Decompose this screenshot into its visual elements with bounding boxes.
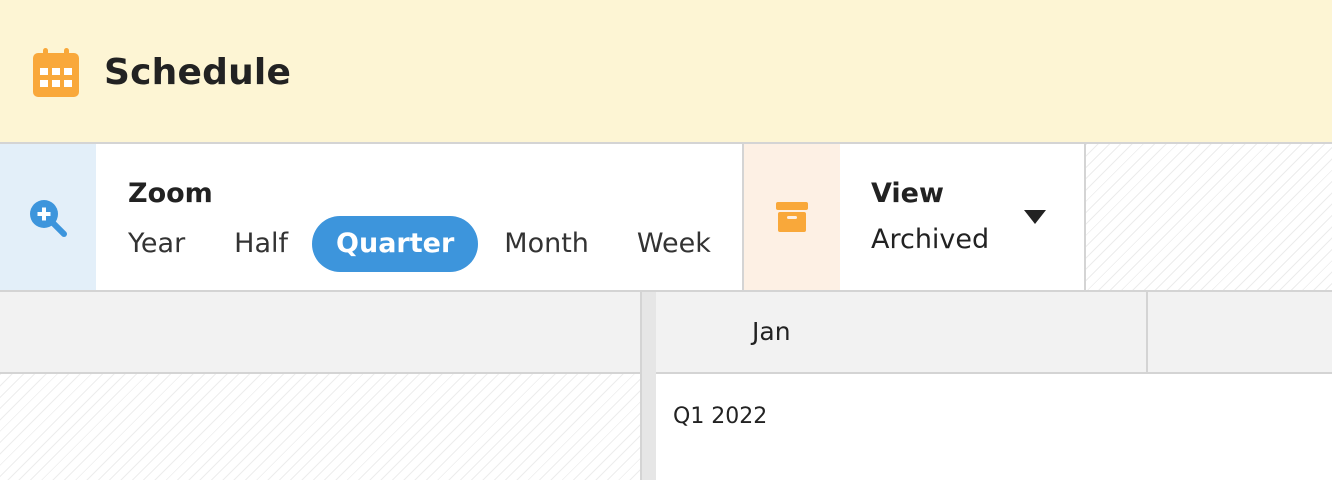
timeline-header-left <box>0 292 640 374</box>
toolbar: Zoom Year Half Quarter Month Week View A… <box>0 144 1332 292</box>
archive-icon <box>776 202 808 232</box>
archive-icon-cell <box>744 144 840 290</box>
zoom-option-week[interactable]: Week <box>637 216 711 272</box>
timeline-resize-handle[interactable] <box>640 292 656 480</box>
zoom-icon-cell <box>0 144 96 290</box>
zoom-option-half[interactable]: Half <box>234 216 288 272</box>
month-label: Jan <box>752 317 791 346</box>
page-title: Schedule <box>104 52 292 93</box>
zoom-label: Zoom <box>128 178 213 209</box>
app-header: Schedule <box>0 0 1332 144</box>
zoom-panel: Zoom Year Half Quarter Month Week <box>96 144 744 290</box>
caret-down-icon[interactable] <box>1024 210 1046 224</box>
timeline-rows: Q1 2022 <box>656 374 1332 480</box>
zoom-option-quarter[interactable]: Quarter <box>312 216 479 272</box>
timeline-rows-left <box>0 374 640 480</box>
view-dropdown[interactable]: View Archived <box>840 144 1084 290</box>
timeline-header: Jan <box>656 292 1332 374</box>
toolbar-empty-area <box>1084 144 1332 290</box>
zoom-option-year[interactable]: Year <box>128 216 185 272</box>
view-label: View <box>871 178 944 209</box>
month-column: Jan <box>656 292 1148 372</box>
period-label: Q1 2022 <box>673 404 768 429</box>
zoom-option-month[interactable]: Month <box>504 216 589 272</box>
calendar-icon <box>33 47 79 97</box>
view-selected-value: Archived <box>871 224 990 255</box>
zoom-in-icon <box>30 200 67 237</box>
zoom-options: Year Half Quarter Month Week <box>128 216 711 272</box>
